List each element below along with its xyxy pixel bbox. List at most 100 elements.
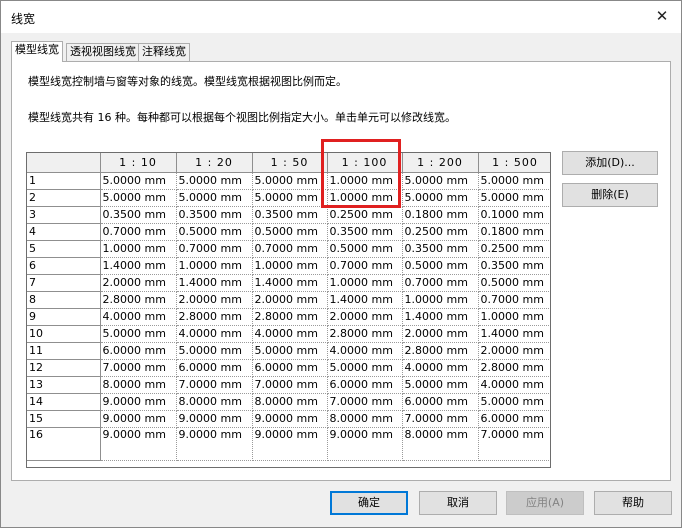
line-weight-cell[interactable]: 1.0000 mm [327, 172, 403, 190]
line-weight-cell[interactable]: 5.0000 mm [478, 393, 550, 411]
line-weight-cell[interactable]: 2.0000 mm [327, 308, 403, 326]
line-weight-cell[interactable]: 0.7000 mm [176, 240, 253, 258]
row-header[interactable]: 3 [27, 206, 101, 224]
line-weight-cell[interactable]: 1.0000 mm [176, 257, 253, 275]
line-weight-cell[interactable]: 6.0000 mm [100, 342, 177, 360]
apply-button[interactable]: 应用(A) [506, 491, 584, 515]
row-header[interactable]: 1 [27, 172, 101, 190]
line-weight-cell[interactable]: 4.0000 mm [100, 308, 177, 326]
line-weight-cell[interactable]: 1.0000 mm [100, 240, 177, 258]
line-weight-grid[interactable]: 1 : 10 1 : 20 1 : 50 1 : 100 1 : 200 1 :… [26, 152, 551, 468]
row-header[interactable]: 8 [27, 291, 101, 309]
line-weight-cell[interactable]: 6.0000 mm [327, 376, 403, 394]
column-header-1-50[interactable]: 1 : 50 [252, 153, 328, 173]
line-weight-cell[interactable]: 1.0000 mm [478, 308, 550, 326]
tab-model-line-weights[interactable]: 模型线宽 [11, 41, 63, 62]
line-weight-cell[interactable]: 5.0000 mm [252, 189, 328, 207]
line-weight-cell[interactable]: 0.7000 mm [402, 274, 479, 292]
line-weight-cell[interactable]: 2.8000 mm [176, 308, 253, 326]
row-header[interactable]: 7 [27, 274, 101, 292]
line-weight-cell[interactable]: 0.5000 mm [327, 240, 403, 258]
line-weight-cell[interactable]: 5.0000 mm [402, 376, 479, 394]
line-weight-cell[interactable]: 4.0000 mm [327, 342, 403, 360]
add-button[interactable]: 添加(D)... [562, 151, 658, 175]
line-weight-cell[interactable]: 0.2500 mm [478, 240, 550, 258]
help-button[interactable]: 帮助 [594, 491, 672, 515]
line-weight-cell[interactable]: 0.5000 mm [252, 223, 328, 241]
line-weight-cell[interactable]: 1.4000 mm [478, 325, 550, 343]
line-weight-cell[interactable]: 1.4000 mm [252, 274, 328, 292]
column-header-1-500[interactable]: 1 : 500 [478, 153, 550, 173]
line-weight-cell[interactable]: 2.8000 mm [478, 359, 550, 377]
line-weight-cell[interactable]: 2.0000 mm [176, 291, 253, 309]
row-header[interactable]: 6 [27, 257, 101, 275]
line-weight-cell[interactable]: 1.0000 mm [327, 189, 403, 207]
line-weight-cell[interactable]: 1.4000 mm [327, 291, 403, 309]
line-weight-cell[interactable]: 2.8000 mm [327, 325, 403, 343]
line-weight-cell[interactable]: 7.0000 mm [100, 359, 177, 377]
line-weight-cell[interactable]: 0.7000 mm [327, 257, 403, 275]
line-weight-cell[interactable]: 0.2500 mm [327, 206, 403, 224]
line-weight-cell[interactable]: 9.0000 mm [252, 427, 328, 461]
row-header[interactable]: 10 [27, 325, 101, 343]
row-header[interactable]: 2 [27, 189, 101, 207]
tab-perspective-line-weights[interactable]: 透视视图线宽 [66, 43, 140, 61]
line-weight-cell[interactable]: 1.0000 mm [327, 274, 403, 292]
row-header[interactable]: 9 [27, 308, 101, 326]
line-weight-cell[interactable]: 0.3500 mm [176, 206, 253, 224]
line-weight-cell[interactable]: 0.5000 mm [402, 257, 479, 275]
line-weight-cell[interactable]: 5.0000 mm [327, 359, 403, 377]
row-header[interactable]: 16 [27, 427, 101, 461]
line-weight-cell[interactable]: 8.0000 mm [176, 393, 253, 411]
line-weight-cell[interactable]: 8.0000 mm [252, 393, 328, 411]
line-weight-cell[interactable]: 2.8000 mm [100, 291, 177, 309]
line-weight-cell[interactable]: 5.0000 mm [478, 172, 550, 190]
line-weight-cell[interactable]: 9.0000 mm [100, 410, 177, 428]
ok-button[interactable]: 确定 [330, 491, 408, 515]
line-weight-cell[interactable]: 1.0000 mm [252, 257, 328, 275]
line-weight-cell[interactable]: 5.0000 mm [176, 172, 253, 190]
line-weight-cell[interactable]: 2.0000 mm [100, 274, 177, 292]
line-weight-cell[interactable]: 0.1000 mm [478, 206, 550, 224]
line-weight-cell[interactable]: 0.1800 mm [402, 206, 479, 224]
line-weight-cell[interactable]: 7.0000 mm [402, 410, 479, 428]
line-weight-cell[interactable]: 6.0000 mm [252, 359, 328, 377]
row-header[interactable]: 11 [27, 342, 101, 360]
line-weight-cell[interactable]: 0.5000 mm [176, 223, 253, 241]
line-weight-cell[interactable]: 2.0000 mm [402, 325, 479, 343]
line-weight-cell[interactable]: 9.0000 mm [327, 427, 403, 461]
line-weight-cell[interactable]: 0.7000 mm [100, 223, 177, 241]
line-weight-cell[interactable]: 2.0000 mm [252, 291, 328, 309]
line-weight-cell[interactable]: 0.1800 mm [478, 223, 550, 241]
line-weight-cell[interactable]: 0.7000 mm [252, 240, 328, 258]
cancel-button[interactable]: 取消 [419, 491, 497, 515]
line-weight-cell[interactable]: 9.0000 mm [176, 427, 253, 461]
row-header[interactable]: 15 [27, 410, 101, 428]
line-weight-cell[interactable]: 5.0000 mm [100, 172, 177, 190]
line-weight-cell[interactable]: 2.8000 mm [252, 308, 328, 326]
row-header[interactable]: 4 [27, 223, 101, 241]
line-weight-cell[interactable]: 1.4000 mm [402, 308, 479, 326]
line-weight-cell[interactable]: 8.0000 mm [402, 427, 479, 461]
column-header-1-20[interactable]: 1 : 20 [176, 153, 253, 173]
line-weight-cell[interactable]: 2.8000 mm [402, 342, 479, 360]
line-weight-cell[interactable]: 4.0000 mm [176, 325, 253, 343]
line-weight-cell[interactable]: 5.0000 mm [100, 189, 177, 207]
row-header[interactable]: 12 [27, 359, 101, 377]
line-weight-cell[interactable]: 5.0000 mm [402, 172, 479, 190]
delete-button[interactable]: 删除(E) [562, 183, 658, 207]
close-icon[interactable]: ✕ [651, 5, 673, 27]
line-weight-cell[interactable]: 5.0000 mm [252, 172, 328, 190]
line-weight-cell[interactable]: 5.0000 mm [478, 189, 550, 207]
tab-annotation-line-weights[interactable]: 注释线宽 [138, 43, 190, 61]
line-weight-cell[interactable]: 9.0000 mm [252, 410, 328, 428]
row-header[interactable]: 5 [27, 240, 101, 258]
line-weight-cell[interactable]: 0.7000 mm [478, 291, 550, 309]
line-weight-cell[interactable]: 8.0000 mm [327, 410, 403, 428]
line-weight-cell[interactable]: 1.0000 mm [402, 291, 479, 309]
line-weight-cell[interactable]: 6.0000 mm [402, 393, 479, 411]
line-weight-cell[interactable]: 0.3500 mm [402, 240, 479, 258]
line-weight-cell[interactable]: 9.0000 mm [100, 393, 177, 411]
line-weight-cell[interactable]: 7.0000 mm [478, 427, 550, 461]
line-weight-cell[interactable]: 7.0000 mm [252, 376, 328, 394]
